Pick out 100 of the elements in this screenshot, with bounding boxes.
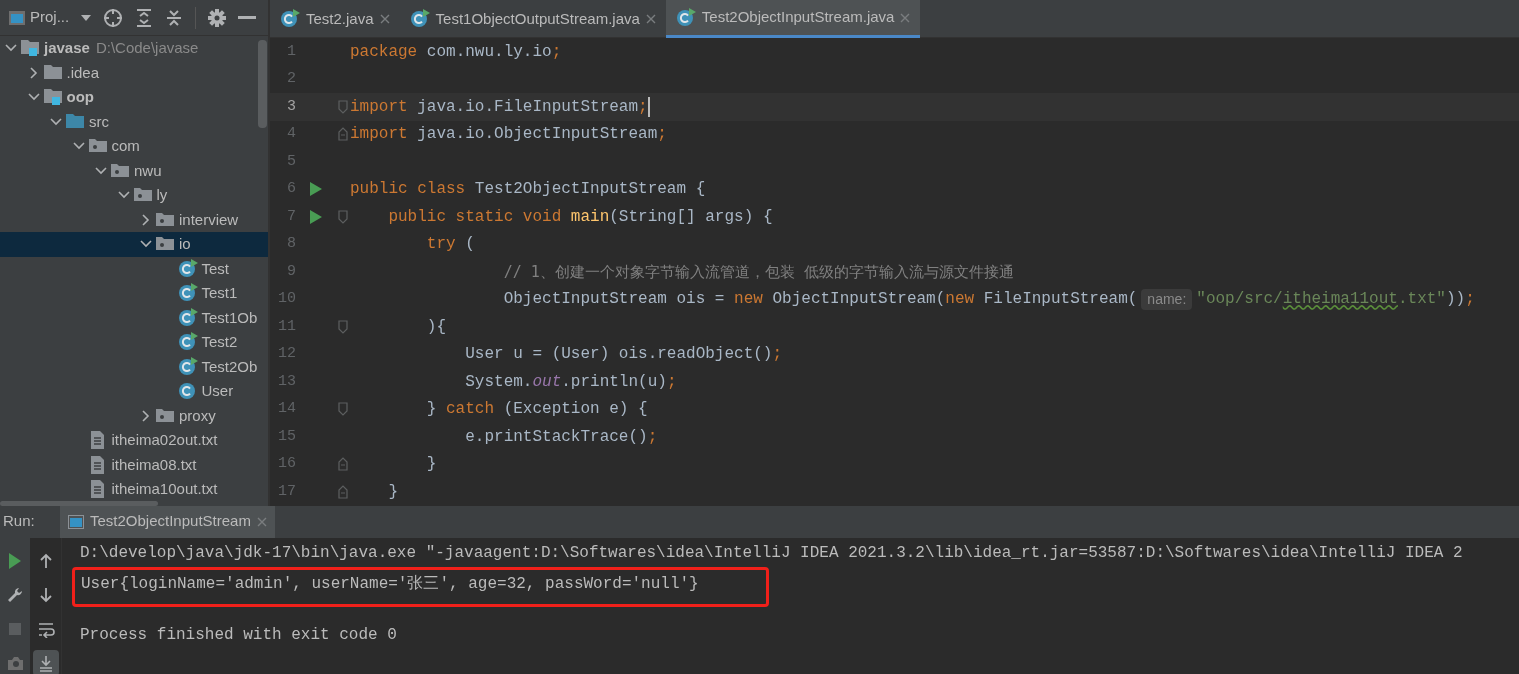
minimize-icon[interactable] (238, 15, 257, 20)
tree-item[interactable]: itheima02out.txt (0, 428, 268, 453)
editor-tab[interactable]: Test2ObjectInputStream.java (665, 0, 921, 38)
code-line: ObjectInputStream ois = new ObjectInputStream(new FileInputStream( name: "oop/src/itheima11out.txt")); (503, 287, 1475, 312)
code-line: } (388, 481, 398, 503)
chevron-down-icon[interactable] (95, 164, 107, 177)
line-number: 16 (277, 454, 296, 474)
tree-item[interactable]: interview (0, 207, 268, 232)
line-number: 17 (277, 481, 296, 502)
class-icon (177, 258, 198, 279)
tree-item[interactable]: nwu (0, 158, 268, 183)
line-number: 10 (277, 289, 296, 309)
panel-title[interactable]: Proj... (30, 6, 70, 29)
tree-label: Test2Ob (201, 356, 258, 377)
line-number: 2 (286, 69, 296, 89)
close-icon[interactable] (645, 14, 656, 24)
console-line: User{loginName='admin', userName='张三', age=32, passWord='null'} (81, 574, 700, 595)
chevron-right-icon[interactable] (140, 213, 152, 226)
collapse-all-icon[interactable] (165, 8, 184, 27)
chevron-right-icon[interactable] (140, 409, 152, 422)
tree-item[interactable]: src (0, 109, 268, 134)
tree-label: Test1Ob (201, 307, 258, 328)
tree-label: itheima10out.txt (111, 479, 218, 499)
console-icon (68, 514, 84, 529)
code-line: System.out.println(u); (465, 371, 677, 393)
module-folder-icon (20, 38, 40, 59)
run-tab[interactable]: Test2ObjectInputStream (60, 505, 275, 538)
panel-icon (8, 9, 26, 26)
code-line: } (426, 454, 437, 476)
run-icon[interactable] (310, 209, 322, 224)
code-line: public class Test2ObjectInputStream { (350, 179, 706, 201)
tree-label: javase (44, 38, 90, 58)
tree-item[interactable]: Test2 (0, 330, 268, 355)
scrollbar[interactable] (258, 40, 267, 128)
tree-label: .idea (66, 62, 100, 83)
run-icon[interactable] (310, 182, 322, 197)
code-line: } catch (Exception e) { (426, 399, 648, 421)
line-number: 11 (277, 316, 296, 337)
class-icon (177, 356, 198, 377)
line-number: 9 (286, 261, 296, 282)
tree-label: nwu (134, 160, 162, 181)
tree-item[interactable]: javase D:\Code\javase (0, 36, 268, 61)
tree-item[interactable]: ly (0, 183, 268, 208)
tree-label: itheima08.txt (111, 454, 197, 475)
line-number: 14 (277, 399, 296, 419)
tree-item[interactable]: Test1 (0, 281, 268, 306)
settings-icon[interactable] (208, 8, 227, 27)
crosshair-icon[interactable] (103, 7, 124, 28)
class-icon (675, 7, 696, 28)
line-number: 3 (286, 96, 296, 117)
tree-item[interactable]: oop (0, 85, 268, 110)
tree-label: com (111, 136, 140, 156)
tree-item[interactable]: Test1Ob (0, 305, 268, 330)
tree-label: Test2 (201, 332, 238, 352)
code-comment: // 1、创建一个对象字节输入流管道，包装 低级的字节输入流与源文件接通 (503, 261, 1014, 283)
tree-label: itheima02out.txt (111, 430, 218, 450)
line-number: 1 (286, 41, 296, 62)
editor-tab[interactable]: Test1ObjectOutputStream.java (399, 0, 666, 38)
tree-label: Test1 (201, 283, 238, 303)
chevron-down-icon[interactable] (50, 115, 62, 128)
line-number: 8 (286, 234, 296, 254)
line-number: 4 (286, 124, 296, 144)
run-label: Run: (2, 511, 36, 532)
chevron-right-icon[interactable] (27, 66, 40, 79)
editor-tab[interactable]: Test2.java (270, 0, 400, 38)
tree-label: Test (201, 258, 229, 279)
console-line: Process finished with exit code 0 (80, 624, 397, 646)
code-line: ){ (426, 316, 446, 338)
tree-label: oop (66, 87, 94, 107)
tree-label: interview (179, 209, 239, 230)
class-icon (409, 9, 430, 29)
tree-label: io (179, 234, 191, 254)
tree-item[interactable]: itheima10out.txt (0, 477, 268, 502)
tree-item[interactable]: User (0, 379, 268, 404)
code-line: try ( (426, 234, 475, 256)
code-line: import java.io.ObjectInputStream; (350, 124, 667, 146)
scrollbar[interactable] (0, 500, 158, 506)
line-number: 12 (277, 344, 296, 364)
module-folder-icon (42, 87, 63, 108)
tree-label: src (89, 111, 109, 132)
tree-item[interactable]: io (0, 232, 268, 257)
class-icon (177, 307, 198, 328)
tree-item[interactable]: com (0, 134, 268, 159)
class-icon (177, 381, 198, 402)
expand-all-icon[interactable] (135, 8, 154, 27)
code-line: package com.nwu.ly.io; (350, 41, 562, 63)
line-number: 5 (286, 151, 296, 172)
class-icon (177, 283, 198, 304)
tree-item[interactable]: proxy (0, 403, 268, 428)
wrench-icon[interactable] (6, 585, 24, 604)
code-line: import java.io.FileInputStream; (350, 96, 648, 118)
tree-item[interactable]: itheima08.txt (0, 452, 268, 477)
tree-item[interactable]: .idea (0, 60, 268, 85)
tree-label: ly (156, 185, 168, 205)
line-number: 6 (286, 179, 296, 199)
tree-item[interactable]: Test2Ob (0, 354, 268, 379)
tree-item[interactable]: Test (0, 256, 268, 281)
close-icon[interactable] (379, 14, 390, 24)
code-line: User u = (User) ois.readObject(); (465, 344, 783, 366)
dropdown-icon[interactable] (81, 14, 92, 21)
